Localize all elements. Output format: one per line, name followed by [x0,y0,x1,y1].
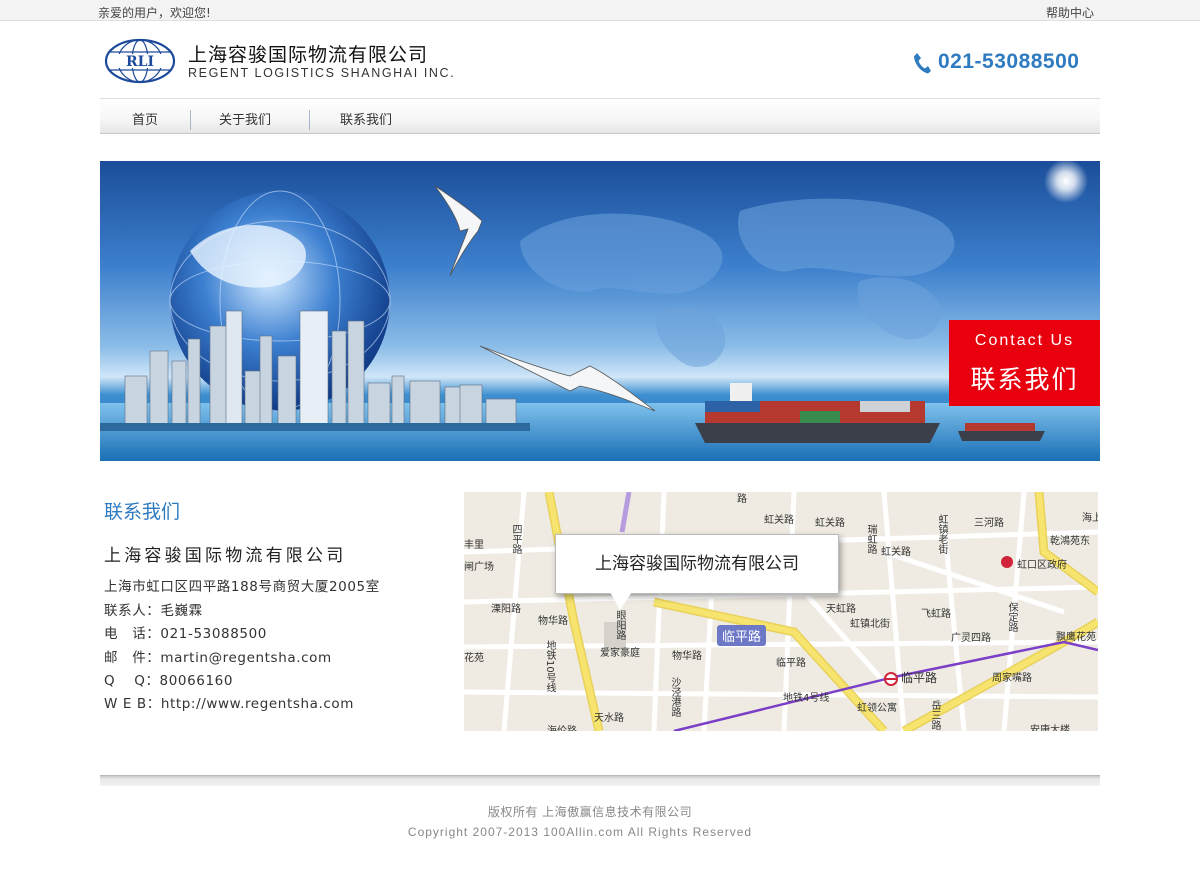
map-label: 虹关路 [815,518,845,529]
company-name-cn: 上海容骏国际物流有限公司 [188,44,429,66]
map-label: 虹关路 [881,547,911,558]
nav-separator [309,110,310,130]
map-label: 眼阳路 [614,610,625,640]
location-map[interactable]: 路 虹关路 虹关路 瑞虹路 虹关路 虹镇老街 三河路 海上 乾鴻苑东 虹口区政府… [464,492,1098,731]
map-label: 虹镇北街 [850,619,890,630]
map-label: 闸广场 [464,562,494,573]
contact-section-title: 联系我们 [104,501,181,523]
metro-station-icon [884,672,898,686]
contact-person: 联系人：毛巍霖 [104,603,203,619]
company-name-en: REGENT LOGISTICS SHANGHAI INC. [188,66,456,80]
nav-item-about[interactable]: 关于我们 [219,109,271,128]
callout-pointer [610,592,632,610]
map-label: 飘鹰花苑 [1056,632,1096,643]
map-label: 保定路 [1006,602,1017,632]
map-label-linping-station: 临平路 [901,671,938,685]
contact-address: 上海市虹口区四平路188号商贸大厦2005室 [104,579,380,595]
map-label: 周家嘴路 [992,673,1032,684]
footer-copyright-en: Copyright 2007-2013 100Allin.com All Rig… [407,825,753,839]
nav-item-contact[interactable]: 联系我们 [340,109,392,128]
map-label: 岳三路 [929,700,940,730]
map-location-callout[interactable]: 上海容骏国际物流有限公司 [555,534,839,594]
help-center-link[interactable]: 帮助中心 [1046,4,1094,21]
map-label: 沙泾港路 [669,677,680,717]
map-label: 天虹路 [826,604,856,615]
banner-illustration [100,161,1100,461]
map-label: 物华路 [672,651,702,662]
contact-us-badge[interactable]: Contact Us 联系我们 [949,320,1100,406]
company-logo[interactable]: RLI [104,38,176,84]
phone-number: 021-53088500 [938,50,1080,73]
main-nav: 首页 关于我们 联系我们 [100,98,1100,134]
map-label-linping-rd: 临平路 [776,658,806,669]
map-road-badge: 临平路 [717,625,767,646]
map-label: 海伦路 [547,722,577,731]
nav-item-home[interactable]: 首页 [132,109,158,128]
map-label: 花苑 [464,653,484,664]
map-label: 物华路 [538,616,568,627]
greeting-text: 亲爱的用户，欢迎您! [98,6,211,20]
contact-company-name: 上海容骏国际物流有限公司 [104,546,347,566]
map-label: 爱家豪庭 [600,648,640,659]
map-label-district-gov: 虹口区政府 [1017,560,1067,571]
map-label: 乾鴻苑东 [1050,536,1090,547]
logo-text: RLI [126,54,154,70]
contact-email: 邮 件：martin@regentsha.com [104,650,332,666]
map-label-metro-line-10: 地铁10号线 [544,640,555,693]
nav-separator [190,110,191,130]
contact-phone: 电 话：021-53088500 [104,626,267,642]
footer-copyright-cn: 版权所有 上海傲赢信息技术有限公司 [487,805,693,819]
map-label: 安康大楼 [1030,725,1070,731]
map-label: 虹镇老街 [936,514,947,554]
footer-divider [100,775,1100,786]
hero-banner: Contact Us 联系我们 [100,161,1100,461]
map-label: 三河路 [974,518,1004,529]
phone-icon [914,53,931,74]
contact-us-en: Contact Us [974,332,1075,349]
map-label: 丰里 [464,540,484,551]
map-label: 四平路 [510,524,521,554]
map-label: 广灵四路 [951,633,991,644]
top-bar: 亲爱的用户，欢迎您! 帮助中心 [0,0,1200,21]
map-label-metro-line-4: 地铁4号线 [783,693,830,704]
map-label: 虹关路 [764,515,794,526]
map-label: 海上 [1082,513,1098,524]
header-phone: 021-53088500 [912,50,1096,76]
contact-website: W E B：http://www.regentsha.com [104,696,355,712]
map-label: 天水路 [594,713,624,724]
map-label: 路 [737,494,747,505]
map-label: 瑞虹路 [865,524,876,554]
map-label: 飞虹路 [921,609,951,620]
map-label: 虹领公寓 [857,703,897,714]
contact-qq: Q Q：80066160 [104,673,234,689]
map-label: 溧阳路 [491,604,521,615]
contact-us-cn: 联系我们 [970,365,1079,394]
